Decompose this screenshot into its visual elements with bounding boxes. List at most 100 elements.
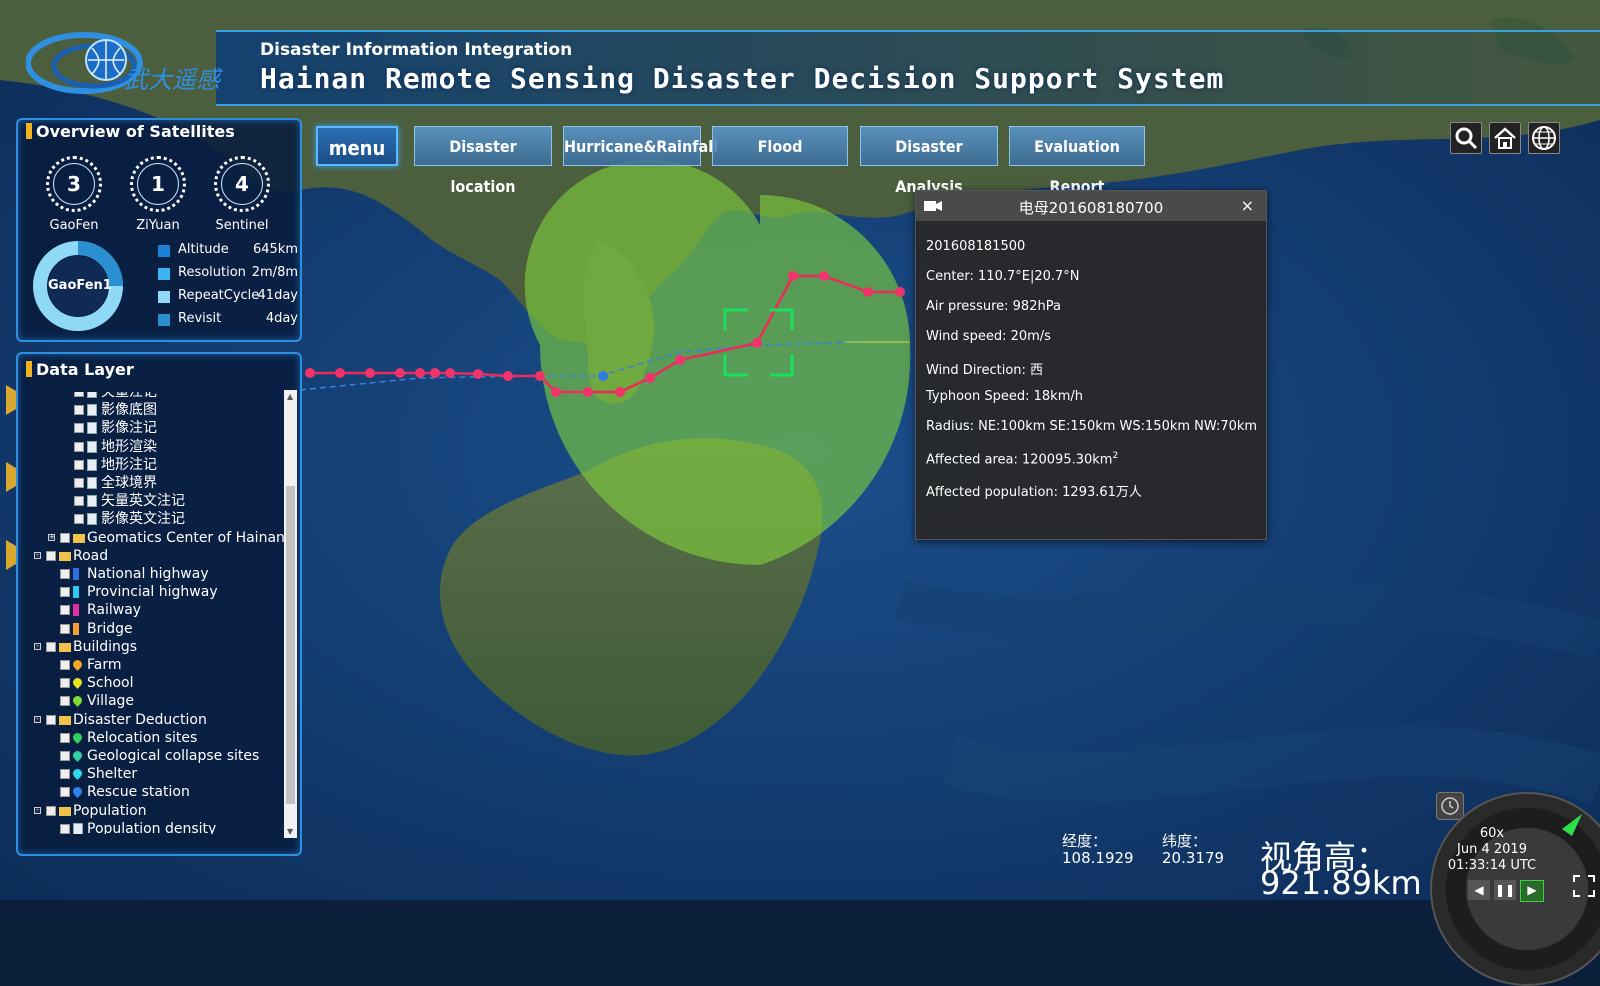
track-point[interactable] [395, 368, 405, 378]
popup-pressure: Air pressure: 982hPa [926, 299, 1061, 314]
layer-checkbox[interactable] [60, 769, 70, 780]
layer-tree-item[interactable]: Population density [22, 820, 284, 834]
layer-tree-item[interactable]: Shelter [22, 765, 284, 783]
layer-tree-item[interactable]: 地形注记 [22, 456, 284, 474]
track-point[interactable] [583, 387, 593, 397]
track-point[interactable] [819, 271, 829, 281]
nav-disaster-analysis[interactable]: Disaster Analysis [860, 126, 998, 196]
track-point[interactable] [752, 338, 762, 348]
pause-button[interactable]: ❚❚ [1494, 880, 1516, 900]
expand-toggle-icon[interactable]: - [34, 642, 41, 650]
layer-tree-item[interactable]: 矢量英文注记 [22, 492, 284, 510]
layer-tree-item[interactable]: Provincial highway [22, 583, 284, 601]
expand-toggle-icon[interactable]: + [48, 533, 55, 541]
track-point[interactable] [615, 387, 625, 397]
layer-checkbox[interactable] [46, 641, 56, 652]
layer-tree-item[interactable]: Railway [22, 601, 284, 619]
track-point[interactable] [675, 355, 685, 365]
layer-checkbox[interactable] [60, 823, 70, 834]
layer-checkbox[interactable] [60, 532, 70, 543]
layer-tree-item[interactable]: National highway [22, 565, 284, 583]
layer-checkbox[interactable] [74, 405, 84, 416]
layer-checkbox[interactable] [60, 787, 70, 798]
track-point[interactable] [895, 287, 905, 297]
layer-tree-item[interactable]: Relocation sites [22, 729, 284, 747]
track-point[interactable] [365, 368, 375, 378]
layer-tree-item[interactable]: + Geomatics Center of Hainan [22, 529, 284, 547]
scroll-up-icon[interactable]: ▲ [287, 392, 293, 401]
scroll-down-icon[interactable]: ▼ [287, 827, 293, 836]
layer-checkbox[interactable] [60, 587, 70, 598]
layer-checkbox[interactable] [74, 496, 84, 507]
search-icon[interactable] [1450, 122, 1482, 154]
layer-tree-scrollbar[interactable]: ▲ ▼ [284, 390, 297, 838]
track-point[interactable] [430, 368, 440, 378]
layer-checkbox[interactable] [60, 696, 70, 707]
layer-checkbox[interactable] [60, 732, 70, 743]
layer-checkbox[interactable] [46, 714, 56, 725]
track-point[interactable] [473, 369, 483, 379]
rewind-button[interactable]: ◀ [1468, 880, 1490, 900]
layer-tree-item[interactable]: - Road [22, 547, 284, 565]
layer-tree-item[interactable]: - Population [22, 802, 284, 820]
track-point[interactable] [415, 368, 425, 378]
layer-checkbox[interactable] [60, 678, 70, 689]
layer-checkbox[interactable] [46, 550, 56, 561]
play-button[interactable]: ▶ [1520, 880, 1544, 902]
track-point[interactable] [305, 368, 315, 378]
layer-tree-item[interactable]: Rescue station [22, 783, 284, 801]
layer-checkbox[interactable] [74, 441, 84, 452]
home-icon[interactable] [1489, 122, 1521, 154]
menu-button[interactable]: menu [316, 126, 398, 166]
track-point[interactable] [788, 271, 798, 281]
layer-checkbox[interactable] [74, 423, 84, 434]
nav-disaster-location[interactable]: Disaster location [414, 126, 552, 196]
expand-toggle-icon[interactable]: - [34, 551, 41, 559]
track-point[interactable] [535, 371, 545, 381]
layer-checkbox[interactable] [60, 660, 70, 670]
layer-tree-item[interactable]: Farm [22, 656, 284, 674]
layer-tree-item[interactable]: 全球境界 [22, 474, 284, 492]
longitude-label: 经度： [1062, 832, 1108, 850]
track-point[interactable] [445, 368, 455, 378]
nav-flood[interactable]: Flood [712, 126, 848, 166]
nav-evaluation-report[interactable]: Evaluation Report [1009, 126, 1145, 196]
layer-checkbox[interactable] [74, 459, 84, 470]
layer-tree-item[interactable]: 地形渲染 [22, 438, 284, 456]
track-point[interactable] [863, 287, 873, 297]
layer-checkbox[interactable] [60, 605, 70, 616]
ziyuan-label: ZiYuan [136, 218, 180, 233]
layer-tree-item[interactable]: 影像英文注记 [22, 510, 284, 528]
globe-icon[interactable] [1528, 122, 1560, 154]
track-point[interactable] [645, 373, 655, 383]
layer-tree-item[interactable]: 矢量注记 [22, 392, 284, 401]
close-icon[interactable]: × [1241, 196, 1254, 215]
layer-checkbox[interactable] [60, 751, 70, 761]
scroll-thumb[interactable] [286, 486, 295, 804]
layer-checkbox[interactable] [74, 514, 84, 525]
track-point[interactable] [335, 368, 345, 378]
info-altitude: Altitude 645km [158, 242, 298, 262]
layer-tree-item[interactable]: - Disaster Deduction [22, 711, 284, 729]
layer-checkbox[interactable] [60, 569, 70, 579]
page-icon [87, 495, 97, 508]
layer-checkbox[interactable] [74, 478, 84, 488]
nav-hurricane-rainfall[interactable]: Hurricane&Rainfall [563, 126, 718, 166]
track-point[interactable] [551, 387, 561, 397]
layer-tree-item[interactable]: Village [22, 692, 284, 710]
layer-label: National highway [87, 566, 209, 582]
layer-checkbox[interactable] [60, 623, 70, 634]
layer-tree[interactable]: 矢量注记 影像底图 影像注记 地形渲染 地形注记 全球境界 矢量英文注记 影像英文注记 + Geo… [22, 392, 284, 834]
layer-tree-item[interactable]: School [22, 674, 284, 692]
layer-tree-item[interactable]: 影像注记 [22, 419, 284, 437]
layer-tree-item[interactable]: Geological collapse sites [22, 747, 284, 765]
expand-toggle-icon[interactable]: - [34, 806, 41, 814]
track-point[interactable] [503, 371, 513, 381]
fullscreen-icon[interactable] [1572, 874, 1596, 898]
layer-tree-item[interactable]: 影像底图 [22, 401, 284, 419]
layer-tree-item[interactable]: - Buildings [22, 638, 284, 656]
layer-checkbox[interactable] [46, 805, 56, 816]
layer-checkbox[interactable] [74, 392, 84, 397]
layer-tree-item[interactable]: Bridge [22, 620, 284, 638]
expand-toggle-icon[interactable]: - [34, 715, 41, 723]
